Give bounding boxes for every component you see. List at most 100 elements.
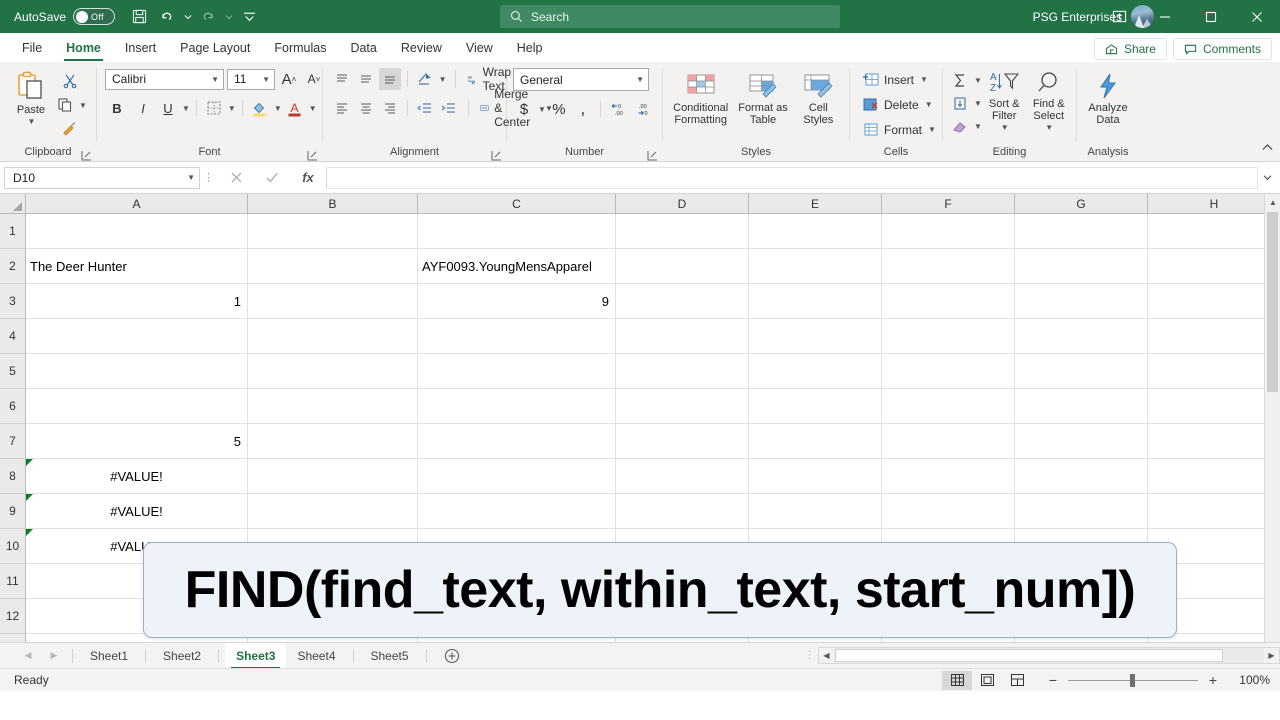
cell-H6[interactable]	[1148, 389, 1280, 424]
align-top-button[interactable]	[331, 68, 353, 90]
sheet-tab-sheet4[interactable]: Sheet4	[286, 643, 346, 669]
expand-formula-bar-button[interactable]	[1258, 173, 1276, 182]
cell-E8[interactable]	[749, 459, 882, 494]
decrease-indent-button[interactable]	[414, 97, 436, 119]
sort-filter-dropdown-icon[interactable]: ▼	[1001, 122, 1009, 134]
cell-D2[interactable]	[616, 249, 749, 284]
cell-G6[interactable]	[1015, 389, 1148, 424]
analyze-data-button[interactable]: Analyze Data	[1082, 70, 1134, 128]
cell-A9[interactable]: #VALUE!	[26, 494, 248, 529]
sheet-tab-sheet5[interactable]: Sheet5	[360, 643, 420, 669]
row-header-7[interactable]: 7	[0, 424, 26, 459]
copy-dropdown-icon[interactable]: ▼	[79, 101, 87, 110]
name-box-dropdown-icon[interactable]: ▼	[187, 173, 195, 182]
cell-F2[interactable]	[882, 249, 1015, 284]
tab-view[interactable]: View	[454, 35, 505, 62]
redo-dropdown-icon[interactable]	[222, 4, 235, 30]
align-middle-button[interactable]	[355, 68, 377, 90]
confirm-entry-button[interactable]	[254, 166, 290, 190]
row-header-10[interactable]: 10	[0, 529, 26, 564]
format-painter-button[interactable]	[54, 118, 87, 140]
cell-H3[interactable]	[1148, 284, 1280, 319]
scroll-right-button[interactable]: ▶	[1264, 648, 1279, 663]
zoom-slider[interactable]	[1068, 673, 1198, 687]
bold-button[interactable]: B	[105, 97, 129, 119]
autosave-control[interactable]: AutoSave Off	[14, 8, 116, 25]
number-format-select[interactable]: General ▼	[513, 68, 649, 91]
cell-F1[interactable]	[882, 214, 1015, 249]
cell-A5[interactable]	[26, 354, 248, 389]
page-layout-view-icon[interactable]	[972, 671, 1002, 690]
fill-color-dropdown-icon[interactable]: ▼	[274, 104, 282, 113]
customize-quick-access-icon[interactable]	[235, 4, 263, 30]
column-header-h[interactable]: H	[1148, 194, 1280, 214]
zoom-level-label[interactable]: 100%	[1228, 673, 1270, 687]
cell-H8[interactable]	[1148, 459, 1280, 494]
cell-A4[interactable]	[26, 319, 248, 354]
paste-dropdown-icon[interactable]: ▼	[28, 116, 36, 128]
cell-C3[interactable]: 9	[418, 284, 616, 319]
vertical-scrollbar[interactable]: ▲	[1264, 194, 1280, 642]
font-dialog-launcher[interactable]	[307, 150, 318, 161]
sort-filter-button[interactable]: A Z Sort & Filter ▼	[982, 68, 1027, 136]
cell-C9[interactable]	[418, 494, 616, 529]
cell-G4[interactable]	[1015, 319, 1148, 354]
select-all-button[interactable]	[0, 194, 26, 214]
cell-C1[interactable]	[418, 214, 616, 249]
find-select-button[interactable]: Find & Select ▼	[1026, 68, 1071, 136]
cell-F8[interactable]	[882, 459, 1015, 494]
percent-style-button[interactable]: %	[548, 98, 570, 120]
cell-A2[interactable]: The Deer Hunter	[26, 249, 248, 284]
previous-sheet-icon[interactable]: ◀	[16, 645, 40, 667]
cell-H2[interactable]	[1148, 249, 1280, 284]
font-size-select[interactable]: 11 ▼	[227, 68, 275, 90]
share-button[interactable]: Share	[1093, 38, 1167, 60]
borders-button[interactable]	[203, 97, 225, 119]
cell-C5[interactable]	[418, 354, 616, 389]
cell-B1[interactable]	[248, 214, 418, 249]
increase-indent-button[interactable]	[438, 97, 460, 119]
cell-E3[interactable]	[749, 284, 882, 319]
format-cells-dropdown-icon[interactable]: ▼	[928, 125, 936, 134]
collapse-ribbon-button[interactable]	[1261, 141, 1274, 157]
find-select-dropdown-icon[interactable]: ▼	[1045, 122, 1053, 134]
add-sheet-icon[interactable]	[439, 645, 465, 667]
cell-D4[interactable]	[616, 319, 749, 354]
cell-D1[interactable]	[616, 214, 749, 249]
number-dialog-launcher[interactable]	[647, 150, 658, 161]
cell-G7[interactable]	[1015, 424, 1148, 459]
cell-B3[interactable]	[248, 284, 418, 319]
tab-review[interactable]: Review	[389, 35, 454, 62]
cell-F7[interactable]	[882, 424, 1015, 459]
horizontal-scrollbar[interactable]: ◀ ▶	[818, 647, 1280, 664]
tab-page-layout[interactable]: Page Layout	[168, 35, 262, 62]
conditional-formatting-button[interactable]: Conditional Formatting	[669, 70, 733, 128]
cell-D8[interactable]	[616, 459, 749, 494]
zoom-out-button[interactable]: −	[1046, 673, 1060, 687]
vertical-scroll-thumb[interactable]	[1267, 212, 1278, 392]
tab-file[interactable]: File	[10, 35, 54, 62]
cell-G9[interactable]	[1015, 494, 1148, 529]
horizontal-scroll-thumb[interactable]	[835, 649, 1223, 662]
tab-split-grip[interactable]: ⋮	[802, 650, 818, 661]
clear-button[interactable]	[949, 115, 971, 137]
tab-help[interactable]: Help	[505, 35, 555, 62]
format-as-table-button[interactable]: Format as Table	[734, 70, 792, 128]
align-left-button[interactable]	[331, 97, 353, 119]
fill-dropdown-icon[interactable]: ▼	[974, 99, 982, 108]
cell-B9[interactable]	[248, 494, 418, 529]
align-center-button[interactable]	[355, 97, 377, 119]
autosum-button[interactable]	[949, 69, 971, 91]
row-header-6[interactable]: 6	[0, 389, 26, 424]
cell-F3[interactable]	[882, 284, 1015, 319]
scroll-up-button[interactable]: ▲	[1265, 194, 1280, 211]
fill-button[interactable]	[949, 92, 971, 114]
font-color-button[interactable]: A	[284, 97, 306, 119]
cell-H9[interactable]	[1148, 494, 1280, 529]
delete-cells-dropdown-icon[interactable]: ▼	[925, 100, 933, 109]
font-size-dropdown-icon[interactable]: ▼	[262, 75, 270, 84]
close-icon[interactable]	[1234, 0, 1280, 33]
page-break-view-icon[interactable]	[1002, 671, 1032, 690]
cell-B6[interactable]	[248, 389, 418, 424]
name-box[interactable]: D10 ▼	[4, 166, 200, 189]
